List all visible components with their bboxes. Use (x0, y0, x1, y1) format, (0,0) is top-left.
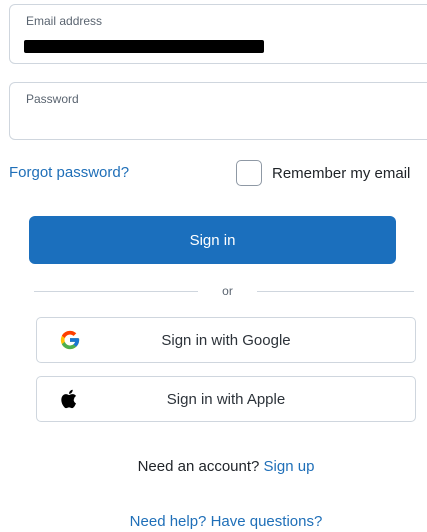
sign-up-link[interactable]: Sign up (264, 458, 315, 475)
signup-prompt: Need an account? Sign up (0, 458, 427, 475)
remember-email[interactable]: Remember my email (236, 160, 410, 186)
help-link[interactable]: Need help? Have questions? (0, 513, 427, 530)
password-field[interactable]: Password (9, 82, 427, 140)
divider-or-text: or (222, 284, 233, 298)
redacted-email-value (24, 40, 264, 53)
divider-right-line (257, 291, 414, 292)
remember-email-label: Remember my email (272, 164, 411, 182)
sign-in-with-google-label: Sign in with Google (161, 332, 291, 349)
sign-in-with-apple-label: Sign in with Apple (166, 391, 286, 408)
password-label: Password (26, 92, 79, 106)
sign-in-with-apple-button[interactable]: Sign in with Apple (36, 376, 416, 422)
remember-email-checkbox[interactable] (236, 160, 262, 186)
forgot-password-link[interactable]: Forgot password? (9, 164, 129, 181)
sign-in-with-google-button[interactable]: Sign in with Google (36, 317, 416, 363)
signup-prompt-text: Need an account? (137, 458, 260, 475)
password-input[interactable] (24, 111, 427, 131)
divider-left-line (34, 291, 198, 292)
email-label: Email address (26, 14, 103, 28)
sign-in-button[interactable]: Sign in (29, 216, 396, 264)
email-field[interactable]: Email address (9, 4, 427, 64)
